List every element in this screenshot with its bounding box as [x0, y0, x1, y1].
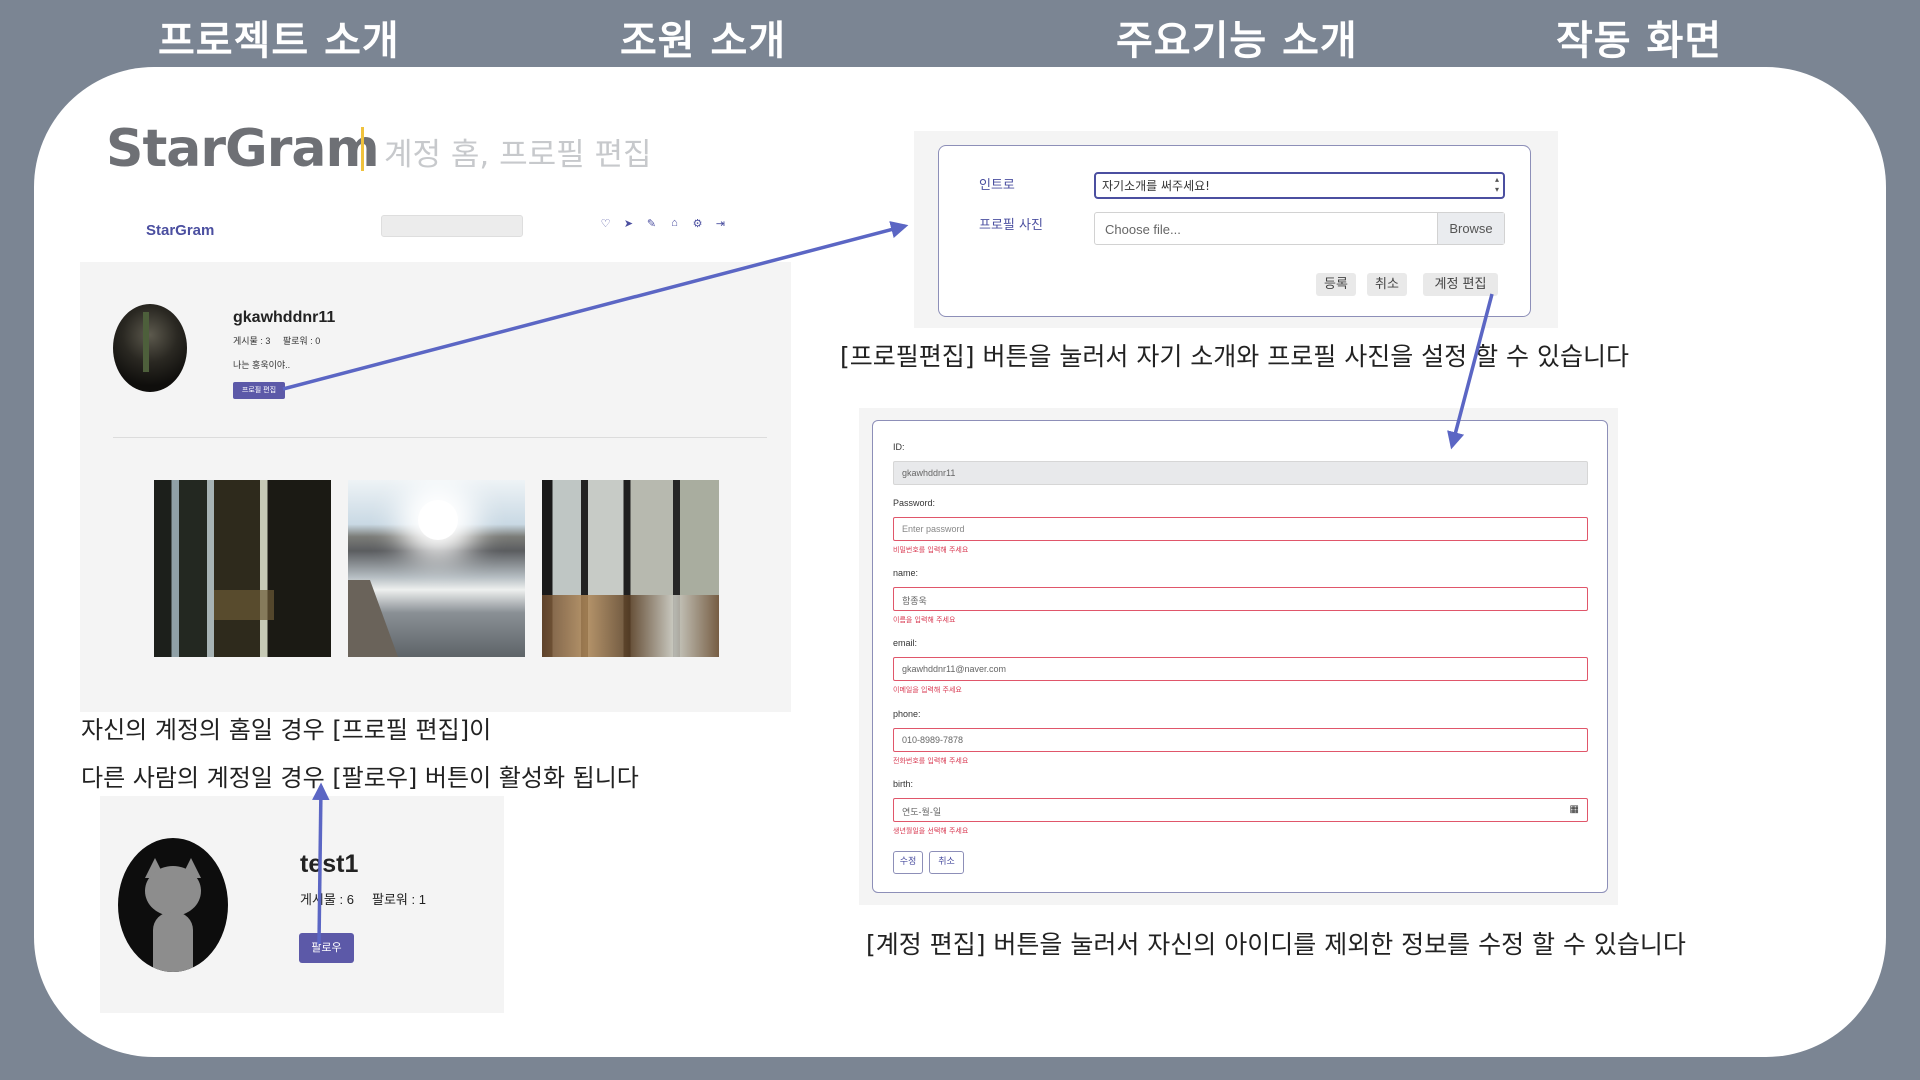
arrow-to-follow-button	[312, 782, 330, 945]
arrow-to-intro-form	[282, 221, 909, 391]
connector-arrows	[282, 221, 1494, 945]
arrow-to-account-form	[1447, 293, 1494, 450]
